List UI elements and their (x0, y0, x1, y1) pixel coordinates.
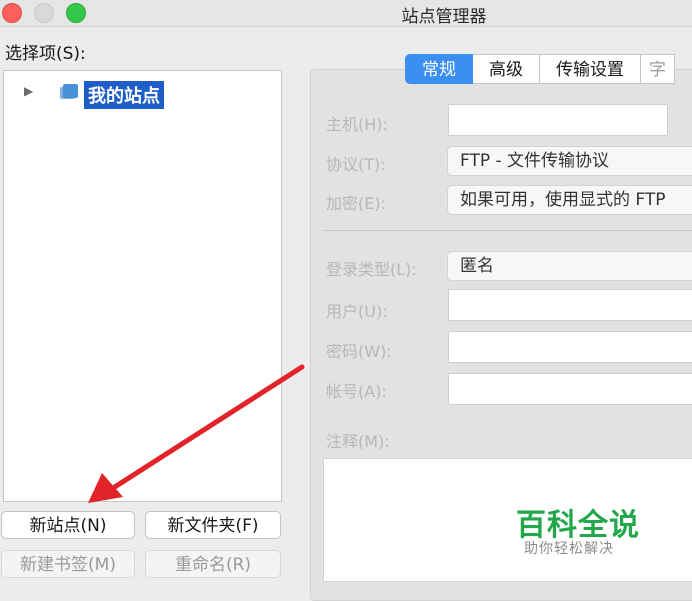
watermark-subtitle: 助你轻松解决 (524, 541, 614, 557)
